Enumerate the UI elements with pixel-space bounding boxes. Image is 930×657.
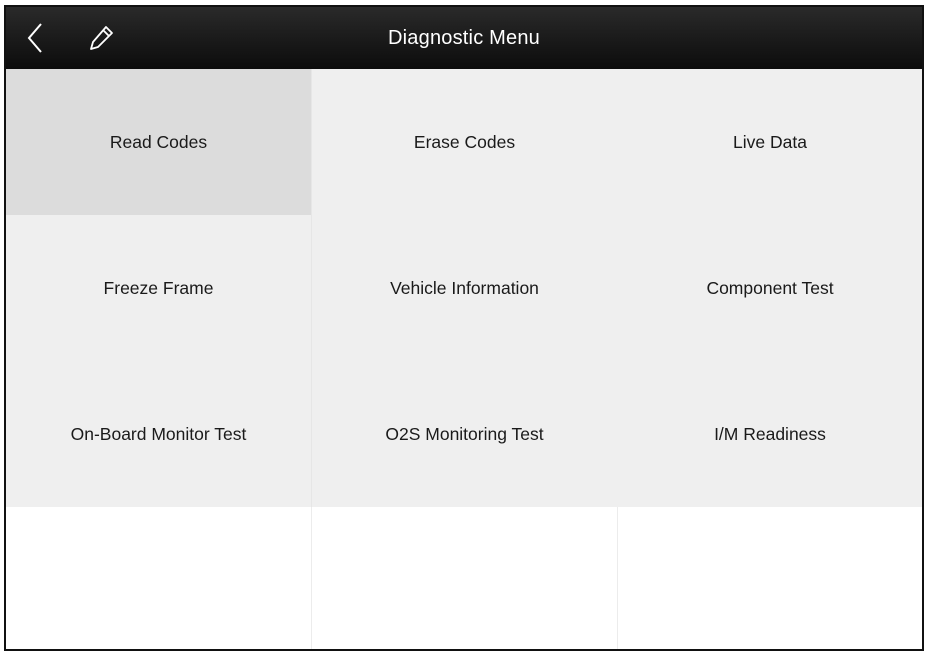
app-window: Diagnostic Menu Read Codes Erase Codes L… <box>4 5 924 651</box>
menu-item-label: Component Test <box>706 277 834 298</box>
menu-item-label: I/M Readiness <box>714 423 826 444</box>
edit-button[interactable] <box>84 21 118 55</box>
menu-item-freeze-frame[interactable]: Freeze Frame <box>6 215 311 361</box>
menu-item-live-data[interactable]: Live Data <box>617 69 922 215</box>
menu-item-on-board-monitor-test[interactable]: On-Board Monitor Test <box>6 361 311 507</box>
empty-cell <box>617 507 922 649</box>
menu-item-label: Vehicle Information <box>390 277 539 298</box>
chevron-left-icon <box>27 23 42 53</box>
menu-item-label: On-Board Monitor Test <box>70 423 247 444</box>
menu-item-label: Live Data <box>733 131 807 152</box>
empty-cell <box>6 507 311 649</box>
menu-item-label: Read Codes <box>109 131 208 152</box>
menu-item-erase-codes[interactable]: Erase Codes <box>311 69 617 215</box>
menu-item-o2s-monitoring-test[interactable]: O2S Monitoring Test <box>311 361 617 507</box>
pencil-icon <box>90 26 113 50</box>
menu-item-component-test[interactable]: Component Test <box>617 215 922 361</box>
menu-item-label: O2S Monitoring Test <box>385 423 544 444</box>
back-button[interactable] <box>20 21 50 55</box>
empty-cell <box>311 507 617 649</box>
menu-item-label: Freeze Frame <box>103 277 214 298</box>
page-title: Diagnostic Menu <box>388 26 540 49</box>
title-bar: Diagnostic Menu <box>6 7 922 69</box>
menu-item-vehicle-information[interactable]: Vehicle Information <box>311 215 617 361</box>
menu-grid: Read Codes Erase Codes Live Data Freeze … <box>6 69 922 649</box>
menu-item-im-readiness[interactable]: I/M Readiness <box>617 361 922 507</box>
menu-item-read-codes[interactable]: Read Codes <box>6 69 311 215</box>
menu-item-label: Erase Codes <box>413 131 516 152</box>
